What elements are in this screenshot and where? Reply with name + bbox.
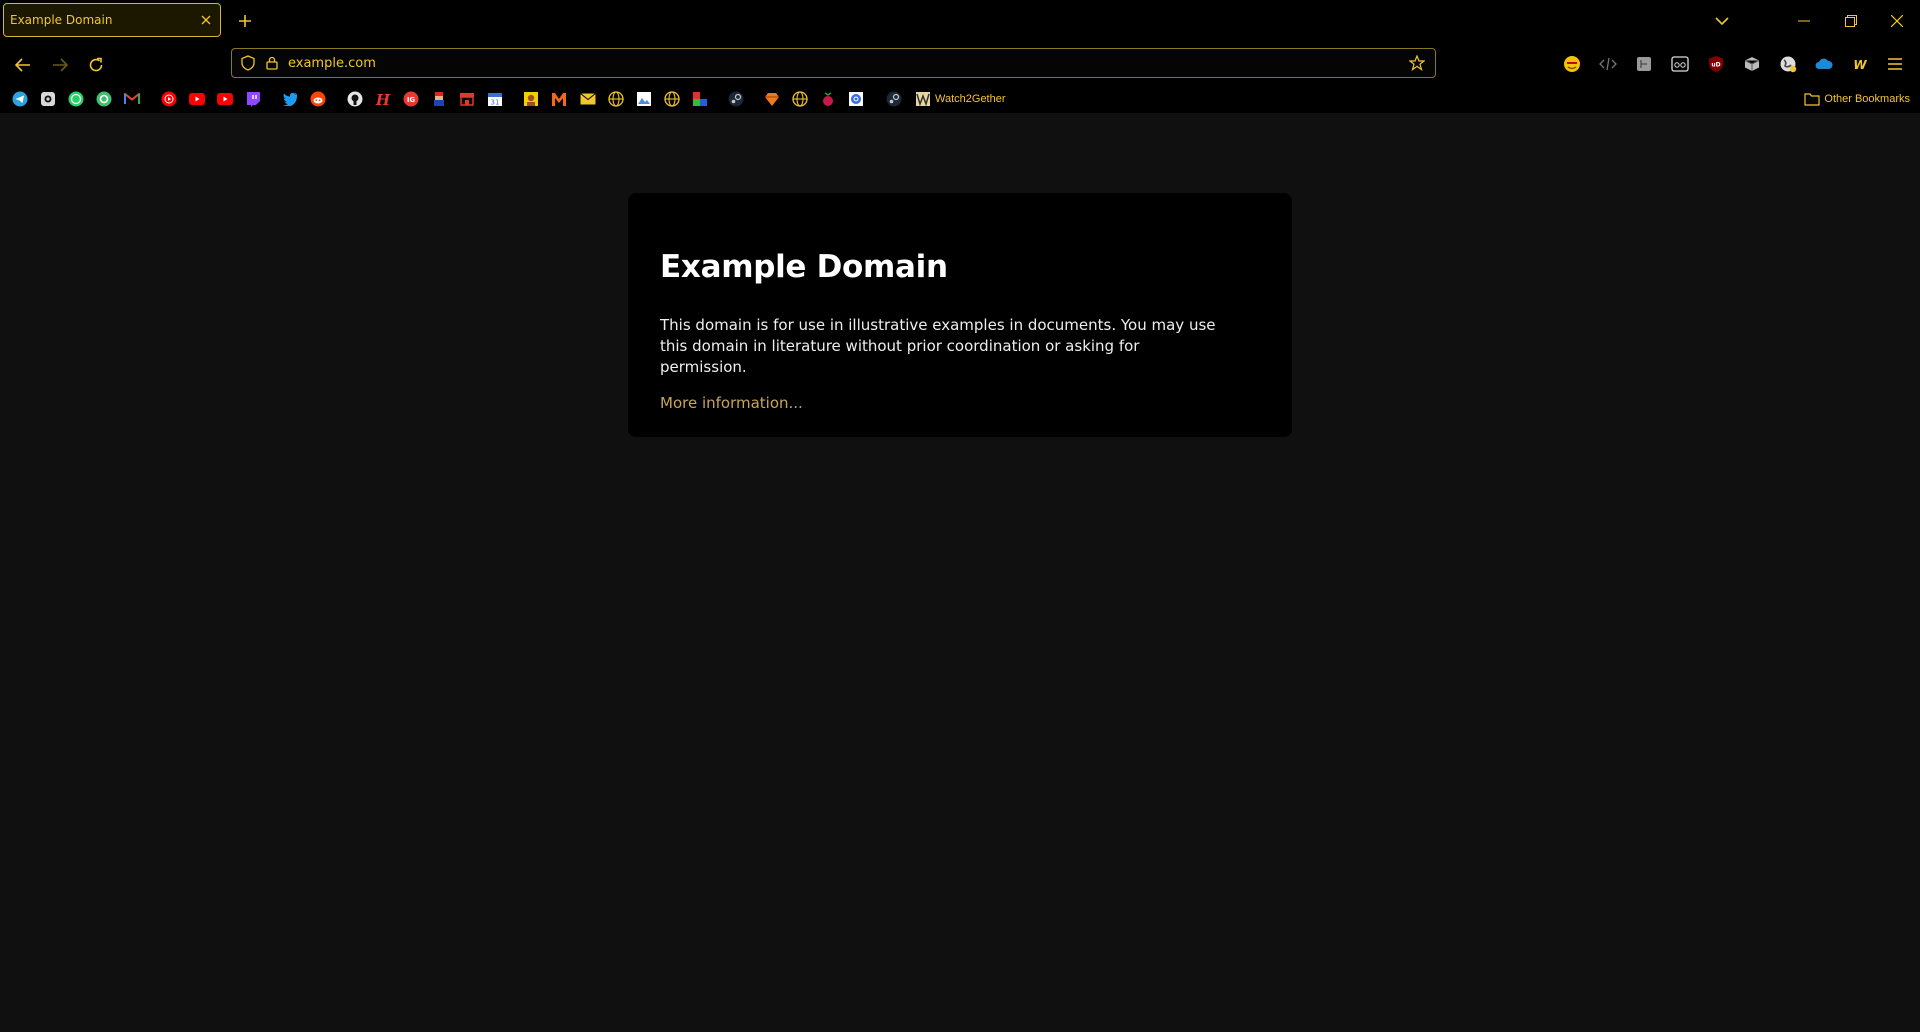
bookmark-star-icon[interactable] <box>1405 51 1429 75</box>
svg-text:31: 31 <box>491 99 500 107</box>
bookmark-m-icon[interactable] <box>550 90 568 108</box>
bookmark-character-icon[interactable] <box>522 90 540 108</box>
bookmark-circle-app-icon[interactable] <box>95 90 113 108</box>
bookmark-gmail-icon[interactable] <box>123 90 141 108</box>
ublock-origin-icon[interactable]: uD <box>1704 52 1728 76</box>
bookmark-reddit-icon[interactable] <box>309 90 327 108</box>
other-bookmarks-button[interactable]: Other Bookmarks <box>1804 90 1910 108</box>
close-window-icon[interactable] <box>1884 8 1910 34</box>
globe-extension-icon[interactable] <box>1776 52 1800 76</box>
bookmark-store-icon[interactable] <box>458 90 476 108</box>
content-card: Example Domain This domain is for use in… <box>628 193 1292 437</box>
bookmark-steam-icon[interactable] <box>727 90 745 108</box>
bookmark-twitter-icon[interactable] <box>281 90 299 108</box>
watch2gether-label: Watch2Gether <box>935 93 1006 105</box>
emoji-extension-icon[interactable] <box>1560 52 1584 76</box>
bookmark-github-icon[interactable] <box>346 90 364 108</box>
bookmark-whatsapp-icon[interactable] <box>67 90 85 108</box>
restore-icon[interactable] <box>1838 8 1864 34</box>
svg-text:IG: IG <box>407 96 416 104</box>
navigation-toolbar: example.com uD W <box>0 43 1920 86</box>
more-information-link[interactable]: More information... <box>660 394 1260 412</box>
tab-title: Example Domain <box>10 13 113 27</box>
bookmark-camera-icon[interactable] <box>39 90 57 108</box>
bookmark-photos-icon[interactable] <box>635 90 653 108</box>
bookmark-globe-icon[interactable] <box>663 90 681 108</box>
back-arrow-icon[interactable] <box>10 52 36 78</box>
tab-example-domain[interactable]: Example Domain <box>3 3 221 37</box>
svg-text:uD: uD <box>1711 62 1720 69</box>
hamburger-menu-icon[interactable] <box>1883 52 1907 76</box>
cube-extension-icon[interactable] <box>1740 52 1764 76</box>
svg-text:W: W <box>1853 58 1867 70</box>
other-bookmarks-label: Other Bookmarks <box>1824 93 1910 105</box>
bookmark-globe-icon[interactable] <box>607 90 625 108</box>
folder-icon <box>1804 93 1821 106</box>
bookmark-h-icon[interactable]: H <box>374 90 392 108</box>
url-text[interactable]: example.com <box>288 56 1401 71</box>
list-all-tabs-chevron-down-icon[interactable] <box>1709 8 1735 34</box>
shield-icon[interactable] <box>236 51 260 75</box>
new-tab-button[interactable] <box>234 10 256 32</box>
minimize-icon[interactable] <box>1791 8 1817 34</box>
page-viewport: Example Domain This domain is for use in… <box>0 113 1920 1032</box>
code-extension-icon[interactable] <box>1596 52 1620 76</box>
bookmark-youtube-icon[interactable] <box>216 90 234 108</box>
bookmarks-toolbar: H IG 31 Watch2Gether Other Bookmarks <box>0 86 1920 113</box>
bookmark-kubernetes-icon[interactable] <box>847 90 865 108</box>
bookmark-rgb-icon[interactable] <box>691 90 709 108</box>
lock-icon[interactable] <box>260 51 284 75</box>
bookmark-diamond-icon[interactable] <box>763 90 781 108</box>
bookmark-ig-icon[interactable]: IG <box>402 90 420 108</box>
bookmark-mail-icon[interactable] <box>579 90 597 108</box>
browser-chrome: Example Domain example.com uD W H IG 31 … <box>0 0 1920 113</box>
watch2gether-icon <box>916 92 930 107</box>
cloud-extension-icon[interactable] <box>1812 52 1836 76</box>
glasses-extension-icon[interactable] <box>1668 52 1692 76</box>
bookmark-telegram-icon[interactable] <box>11 90 29 108</box>
page-description: This domain is for use in illustrative e… <box>660 316 1216 376</box>
bookmark-twitch-icon[interactable] <box>244 90 262 108</box>
page-title: Example Domain <box>660 249 948 285</box>
bookmark-mario-icon[interactable] <box>430 90 448 108</box>
close-tab-icon[interactable] <box>192 6 220 34</box>
reload-icon[interactable] <box>83 52 109 78</box>
bookmark-youtube-icon[interactable] <box>188 90 206 108</box>
bookmark-calendar-icon[interactable]: 31 <box>486 90 504 108</box>
bookmark-steam-icon[interactable] <box>885 90 903 108</box>
tab-strip: Example Domain <box>0 0 1920 43</box>
address-bar[interactable]: example.com <box>231 48 1436 78</box>
bookmark-watch2gether[interactable]: Watch2Gether <box>915 90 1006 108</box>
bookmark-raspberry-icon[interactable] <box>819 90 837 108</box>
bookmark-youtube-music-icon[interactable] <box>160 90 178 108</box>
grey-tile-extension-icon[interactable] <box>1632 52 1656 76</box>
w-extension-icon[interactable]: W <box>1848 52 1872 76</box>
svg-text:H: H <box>375 91 391 107</box>
bookmark-globe-icon[interactable] <box>791 90 809 108</box>
forward-arrow-icon[interactable] <box>47 52 73 78</box>
